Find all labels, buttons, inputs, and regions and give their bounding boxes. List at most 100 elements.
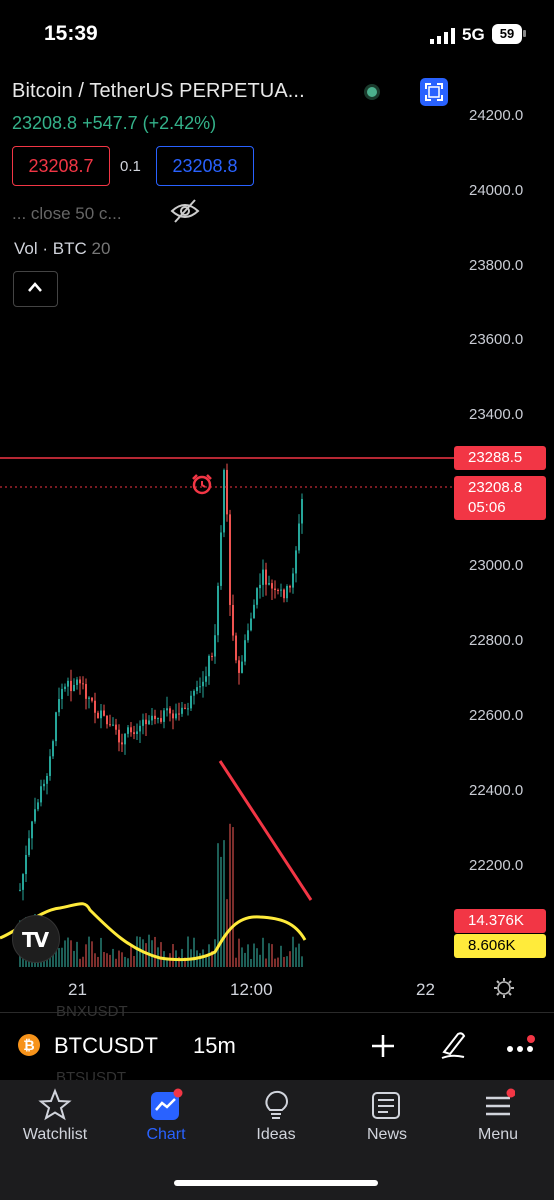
price-axis-label: 22600.0 [469, 707, 524, 724]
alert-price-tag: 23288.5 [454, 446, 546, 470]
volume-bar [277, 957, 279, 967]
candle-body [37, 802, 39, 810]
nav-chart[interactable]: Chart [116, 1088, 216, 1144]
candle-body [28, 838, 30, 855]
timeframe-selector[interactable]: 15m [193, 1033, 236, 1059]
candle-body [145, 719, 147, 725]
volume-bar [259, 954, 261, 967]
volume-bar [127, 958, 129, 967]
candle-body [274, 588, 276, 591]
volume-bar [112, 948, 114, 967]
fullscreen-button[interactable] [420, 78, 448, 106]
eye-off-icon[interactable] [170, 198, 200, 224]
volume-bar [160, 942, 162, 967]
volume-bar [256, 948, 258, 967]
time-axis-label: 21 [68, 980, 87, 999]
symbol-title[interactable]: Bitcoin / TetherUS PERPETUA... [12, 80, 305, 103]
volume-bar [58, 948, 60, 967]
status-time: 15:39 [44, 22, 98, 45]
volume-bar [280, 945, 282, 967]
candle-body [118, 729, 120, 743]
volume-bar [145, 943, 147, 967]
candlestick-chart[interactable] [0, 430, 454, 970]
price-change: 23208.8 +547.7 (+2.42%) [12, 113, 217, 133]
gear-icon[interactable] [493, 977, 515, 999]
candle-body [247, 630, 249, 641]
chevron-up-icon [28, 282, 42, 292]
volume-bar [274, 958, 276, 967]
volume-bar [250, 958, 252, 967]
menu-icon [486, 1088, 515, 1116]
buy-button[interactable]: 23208.8 [156, 146, 254, 186]
price-axis-label: 22400.0 [469, 782, 524, 799]
candle-body [280, 589, 282, 591]
candle-body [79, 679, 81, 684]
volume-bar [268, 943, 270, 967]
candle-body [175, 713, 177, 719]
volume-bar [100, 937, 102, 967]
candle-body [154, 715, 156, 719]
alarm-clock-icon[interactable] [192, 474, 212, 495]
volume-bar [64, 940, 66, 967]
candle-body [301, 499, 303, 524]
candle-body [178, 713, 180, 715]
nav-ideas[interactable]: Ideas [226, 1088, 326, 1144]
indicator-legend[interactable]: ... close 50 c... [12, 204, 122, 224]
candle-body [268, 583, 270, 585]
fullscreen-icon [425, 83, 443, 101]
volume-bars [19, 823, 303, 967]
volume-legend[interactable]: Vol · BTC 20 [14, 239, 110, 259]
candle-body [40, 786, 42, 803]
last-price-value: 23208.8 [468, 479, 523, 496]
symbol-selector[interactable]: BTCUSDT [54, 1033, 158, 1059]
volume-bar [154, 936, 156, 967]
time-axis-label: 12:00 [230, 980, 273, 999]
candle-body [34, 809, 36, 822]
last-price-tag: 23208.8 05:06 [454, 476, 546, 520]
volume-label: Vol · BTC [14, 239, 87, 258]
volume-bar [241, 947, 243, 967]
candle-body [82, 683, 84, 685]
candle-body [244, 640, 246, 662]
candle-body [100, 710, 102, 719]
candle-body [241, 661, 243, 673]
volume-bar [229, 823, 231, 967]
tradingview-logo-text: TV [22, 928, 49, 952]
price-axis-label: 23800.0 [469, 257, 524, 274]
candle-body [19, 889, 21, 891]
candle-body [163, 710, 165, 722]
candle-body [232, 604, 234, 636]
candle-body [214, 635, 216, 657]
candle-body [286, 586, 288, 599]
volume-bar [151, 940, 153, 967]
volume-bar [85, 944, 87, 967]
nav-watchlist[interactable]: Watchlist [5, 1088, 105, 1144]
volume-bar [121, 952, 123, 967]
nav-label: News [366, 1126, 407, 1143]
candle-body [199, 686, 201, 688]
volume-bar [271, 944, 273, 967]
volume-bar [193, 937, 195, 967]
volume-bar [79, 958, 81, 967]
pen-icon[interactable] [438, 1030, 468, 1060]
candles [19, 463, 303, 901]
more-dots-icon[interactable] [505, 1033, 535, 1061]
bitcoin-icon: ₿ [18, 1034, 40, 1056]
bar-countdown: 05:06 [468, 499, 506, 516]
candle-body [106, 715, 108, 725]
signal-icon [430, 28, 455, 44]
volume-bar [289, 951, 291, 967]
candle-body [256, 588, 258, 605]
collapse-legend-button[interactable] [13, 271, 58, 307]
nav-menu[interactable]: Menu [448, 1088, 548, 1144]
nav-news[interactable]: News [337, 1088, 437, 1144]
candle-body [139, 725, 141, 732]
candle-body [181, 707, 183, 714]
sell-button[interactable]: 23208.7 [12, 146, 110, 186]
candle-body [160, 718, 162, 722]
volume-bar [82, 956, 84, 967]
battery-icon: 59 [492, 24, 522, 44]
plus-icon[interactable] [370, 1033, 396, 1059]
volume-bar [115, 958, 117, 967]
volume-bar [172, 944, 174, 967]
